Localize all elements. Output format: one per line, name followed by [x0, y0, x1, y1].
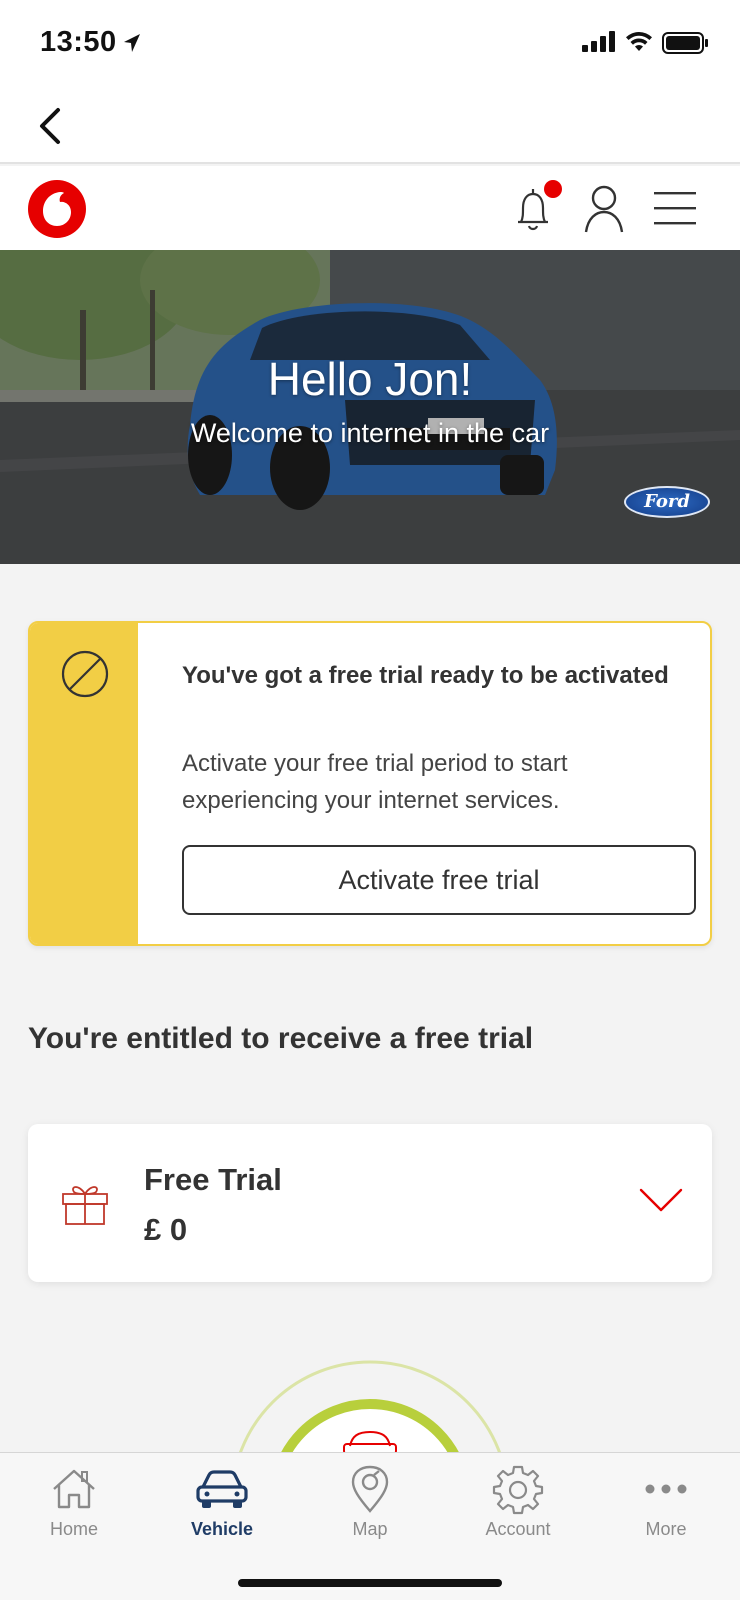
offer-price: £ 0 — [144, 1212, 188, 1247]
tab-label: More — [645, 1519, 687, 1539]
home-icon — [53, 1469, 95, 1509]
vehicle-status-gauge — [200, 1330, 540, 1454]
gift-icon — [62, 1186, 108, 1225]
home-indicator[interactable] — [238, 1579, 502, 1587]
car-hero-image — [0, 250, 740, 564]
entitled-heading: You're entitled to receive a free trial — [28, 1022, 534, 1055]
tab-account[interactable]: Account — [444, 1463, 592, 1543]
chevron-down-icon[interactable] — [638, 1186, 684, 1214]
offer-name: Free Trial — [144, 1162, 282, 1197]
car-icon — [196, 1470, 248, 1508]
status-time: 13:50 — [40, 26, 117, 58]
user-icon — [584, 185, 624, 233]
chevron-left-icon — [40, 108, 60, 144]
notifications-button[interactable] — [510, 180, 562, 236]
notification-badge — [544, 180, 562, 198]
tab-label: Vehicle — [190, 1519, 254, 1539]
wifi-icon — [626, 31, 652, 51]
ford-logo: Ford — [624, 486, 710, 518]
tab-label: Account — [485, 1519, 551, 1539]
tab-label: Map — [352, 1519, 388, 1539]
location-arrow-icon — [124, 34, 140, 52]
status-bar: 13:50 — [0, 0, 740, 92]
tab-home[interactable]: Home — [0, 1463, 148, 1543]
hamburger-menu-icon — [654, 192, 696, 225]
trial-card-description: Activate your free trial period to start… — [182, 750, 568, 814]
card-accent-strip — [30, 623, 138, 944]
map-pin-icon — [351, 1465, 389, 1513]
tab-vehicle[interactable]: Vehicle — [148, 1463, 296, 1543]
gear-icon — [492, 1465, 544, 1515]
trial-card-title: You've got a free trial ready to be acti… — [182, 662, 669, 689]
free-trial-card: You've got a free trial ready to be acti… — [28, 621, 712, 946]
bottom-tab-bar: Home Vehicle Map Account More — [0, 1452, 740, 1600]
battery-icon — [662, 32, 708, 54]
hero-banner: Hello Jon! Welcome to internet in the ca… — [0, 250, 740, 564]
free-trial-offer[interactable]: Free Trial £ 0 — [28, 1124, 712, 1282]
app-header — [0, 166, 740, 250]
prohibited-icon — [61, 650, 109, 698]
hero-greeting: Hello Jon! — [267, 353, 473, 405]
hero-subtitle: Welcome to internet in the car — [190, 418, 550, 448]
vodafone-logo[interactable] — [28, 180, 86, 238]
navigation-bar — [0, 92, 740, 164]
profile-button[interactable] — [580, 182, 628, 236]
menu-button[interactable] — [652, 188, 698, 228]
cellular-signal-icon — [582, 31, 615, 52]
more-icon — [645, 1484, 687, 1494]
activate-free-trial-button[interactable]: Activate free trial — [182, 845, 696, 915]
tab-label: Home — [49, 1519, 98, 1539]
back-button[interactable] — [32, 102, 72, 150]
tab-map[interactable]: Map — [296, 1463, 444, 1543]
tab-more[interactable]: More — [592, 1463, 740, 1543]
